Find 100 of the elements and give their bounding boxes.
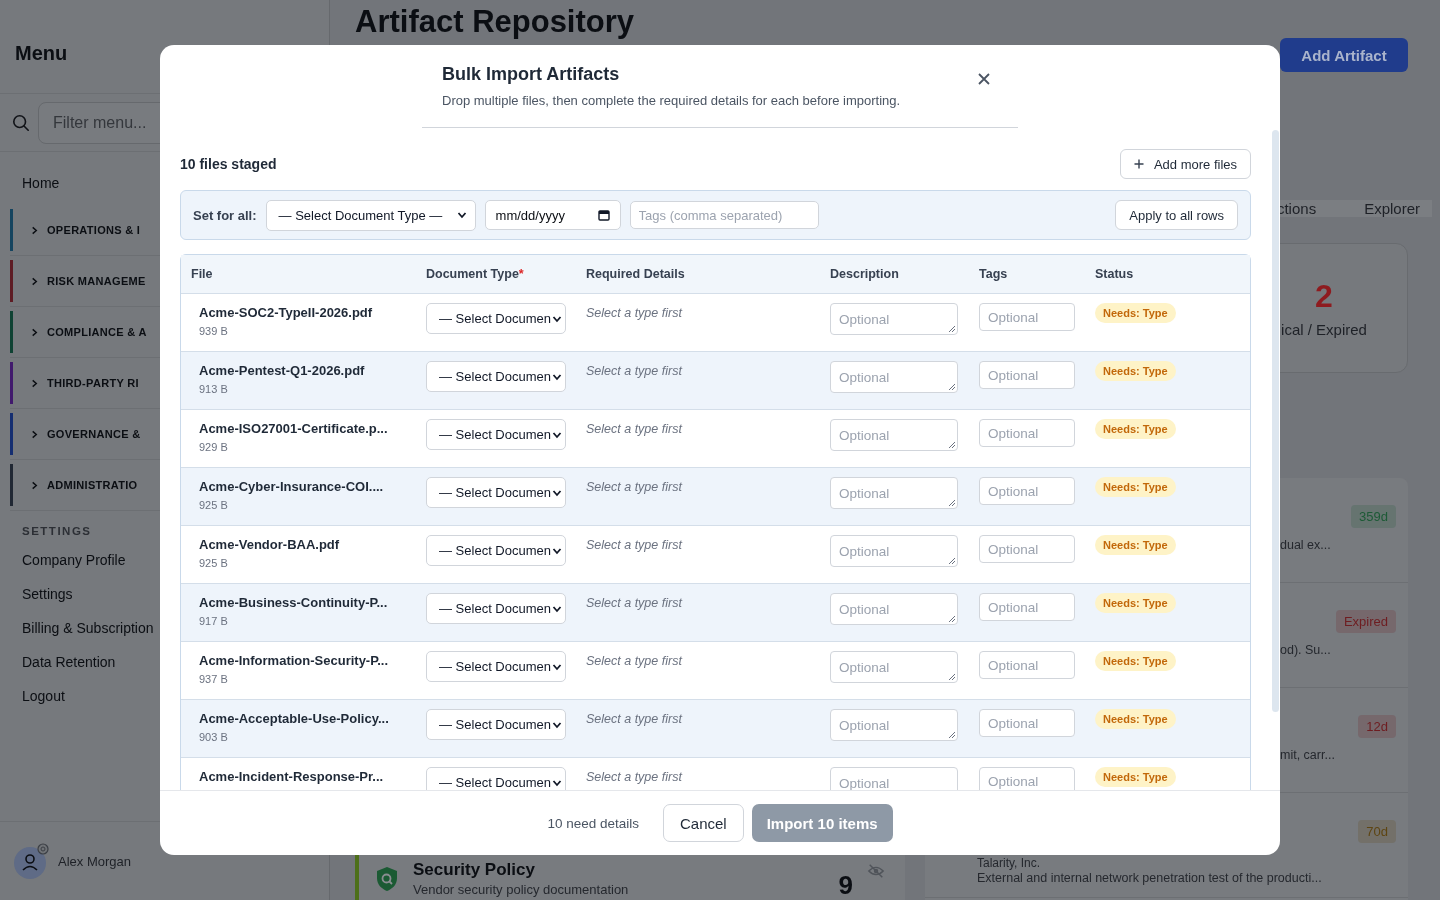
chevron-right-icon: [30, 327, 39, 337]
section-label: COMPLIANCE & A: [47, 326, 147, 338]
file-size: 937 B: [199, 673, 228, 685]
tags-field[interactable]: Optional: [979, 419, 1075, 447]
staged-count: 10 files staged: [180, 156, 277, 172]
status-badge: Needs: Type: [1095, 593, 1176, 613]
add-files-button[interactable]: Add more files: [1119, 149, 1251, 179]
required-details-hint: Select a type first: [586, 479, 682, 494]
resize-grip-icon[interactable]: [948, 441, 956, 449]
column-header: Description: [829, 267, 900, 281]
file-name: Acme-Pentest-Q1-2026.pdf: [199, 363, 365, 378]
tags-field[interactable]: Tags (comma separated): [629, 201, 819, 229]
section-label: THIRD-PARTY RI: [47, 377, 139, 389]
artifact-count: 9: [838, 870, 853, 900]
file-name: Acme-Vendor-BAA.pdf: [199, 537, 340, 552]
resize-grip-icon[interactable]: [948, 383, 956, 391]
stat-label: ical / Expired: [1281, 321, 1367, 338]
expiry-badge: 12d: [1358, 715, 1396, 738]
description-field[interactable]: Optional: [830, 651, 958, 683]
vendor-name: Talarity, Inc.: [977, 856, 1042, 870]
description-field[interactable]: Optional: [830, 419, 958, 451]
user-avatar-icon[interactable]: [14, 843, 50, 879]
tags-field[interactable]: Optional: [979, 303, 1075, 331]
tags-field[interactable]: Optional: [979, 767, 1075, 790]
description-field[interactable]: Optional: [830, 477, 958, 509]
file-size: 939 B: [199, 325, 228, 337]
tags-field[interactable]: Optional: [979, 651, 1075, 679]
chevron-right-icon: [30, 378, 39, 388]
tab[interactable]: Explorer: [1364, 200, 1420, 217]
file-size: 903 B: [199, 731, 228, 743]
file-name: Acme-Business-Continuity-P...: [199, 595, 388, 610]
description-field[interactable]: Optional: [830, 303, 958, 335]
file-size: 913 B: [199, 383, 228, 395]
tags-field[interactable]: Optional: [979, 535, 1075, 563]
file-name: Acme-Acceptable-Use-Policy...: [199, 711, 389, 726]
file-name: Acme-Information-Security-P...: [199, 653, 389, 668]
stat-value: 2: [1315, 278, 1333, 315]
description-field[interactable]: Optional: [830, 535, 958, 567]
resize-grip-icon[interactable]: [948, 615, 956, 623]
dialog-title: Bulk Import Artifacts: [442, 64, 621, 85]
cancel-button[interactable]: Cancel: [663, 804, 744, 842]
description-field[interactable]: Optional: [830, 709, 958, 741]
document-type-select[interactable]: — Select Document Type —: [265, 199, 476, 231]
required-details-hint: Select a type first: [586, 305, 682, 320]
tags-field[interactable]: Optional: [979, 361, 1075, 389]
document-type-select[interactable]: — Select Documen: [426, 477, 566, 508]
description-field[interactable]: Optional: [830, 767, 958, 790]
document-type-select[interactable]: — Select Documen: [426, 361, 566, 392]
file-size: 925 B: [199, 499, 228, 511]
section-label: OPERATIONS & I: [47, 224, 141, 236]
scrollbar[interactable]: [1272, 130, 1279, 712]
column-header: Tags: [978, 267, 1009, 281]
user-name: Alex Morgan: [58, 853, 131, 869]
column-header: Status: [1094, 267, 1135, 281]
artifact-description: od). Su...: [1280, 643, 1332, 657]
dialog-subtitle: Drop multiple files, then complete the required details for each before importing.: [442, 93, 902, 108]
plus-icon: [1133, 159, 1144, 169]
resize-grip-icon[interactable]: [948, 673, 956, 681]
document-type-select[interactable]: — Select Documen: [426, 303, 566, 334]
page-title: Artifact Repository: [355, 4, 635, 40]
expiry-badge: Expired: [1335, 610, 1396, 633]
apply-all-button[interactable]: Apply to all rows: [1115, 200, 1238, 230]
resize-grip-icon[interactable]: [948, 731, 956, 739]
settings-heading: SETTINGS: [21, 524, 93, 539]
tags-field[interactable]: Optional: [979, 709, 1075, 737]
required-details-hint: Select a type first: [586, 769, 682, 784]
search-icon: [12, 113, 30, 132]
document-type-select[interactable]: — Select Documen: [426, 651, 566, 682]
document-type-select[interactable]: — Select Documen: [426, 535, 566, 566]
document-type-select[interactable]: — Select Documen: [426, 767, 566, 790]
resize-grip-icon[interactable]: [948, 325, 956, 333]
document-type-select[interactable]: — Select Documen: [426, 593, 566, 624]
required-details-hint: Select a type first: [586, 595, 682, 610]
date-field[interactable]: mm/dd/yyyy: [484, 200, 621, 230]
column-header: Document Type*: [425, 267, 525, 281]
add-artifact-button[interactable]: Add Artifact: [1280, 38, 1408, 72]
expiry-badge: 359d: [1351, 505, 1396, 528]
status-badge: Needs: Type: [1095, 477, 1176, 497]
document-type-select[interactable]: — Select Documen: [426, 709, 566, 740]
category-description: Vendor security policy documentation: [413, 882, 630, 897]
document-type-select[interactable]: — Select Documen: [426, 419, 566, 450]
required-details-hint: Select a type first: [586, 537, 682, 552]
calendar-icon: [597, 209, 610, 221]
resize-grip-icon[interactable]: [948, 499, 956, 507]
resize-grip-icon[interactable]: [948, 557, 956, 565]
artifact-description: mit, carr...: [1280, 748, 1336, 762]
pending-summary: 10 need details: [547, 815, 639, 831]
artifact-description: dual ex...: [1280, 538, 1332, 552]
status-badge: Needs: Type: [1095, 651, 1176, 671]
file-size: 925 B: [199, 557, 228, 569]
description-field[interactable]: Optional: [830, 361, 958, 393]
tags-field[interactable]: Optional: [979, 593, 1075, 621]
required-details-hint: Select a type first: [586, 711, 682, 726]
status-badge: Needs: Type: [1095, 767, 1176, 787]
required-details-hint: Select a type first: [586, 421, 682, 436]
tags-field[interactable]: Optional: [979, 477, 1075, 505]
status-badge: Needs: Type: [1095, 361, 1176, 381]
sidebar-title: Menu: [15, 42, 68, 65]
description-field[interactable]: Optional: [830, 593, 958, 625]
close-icon[interactable]: [978, 73, 990, 85]
